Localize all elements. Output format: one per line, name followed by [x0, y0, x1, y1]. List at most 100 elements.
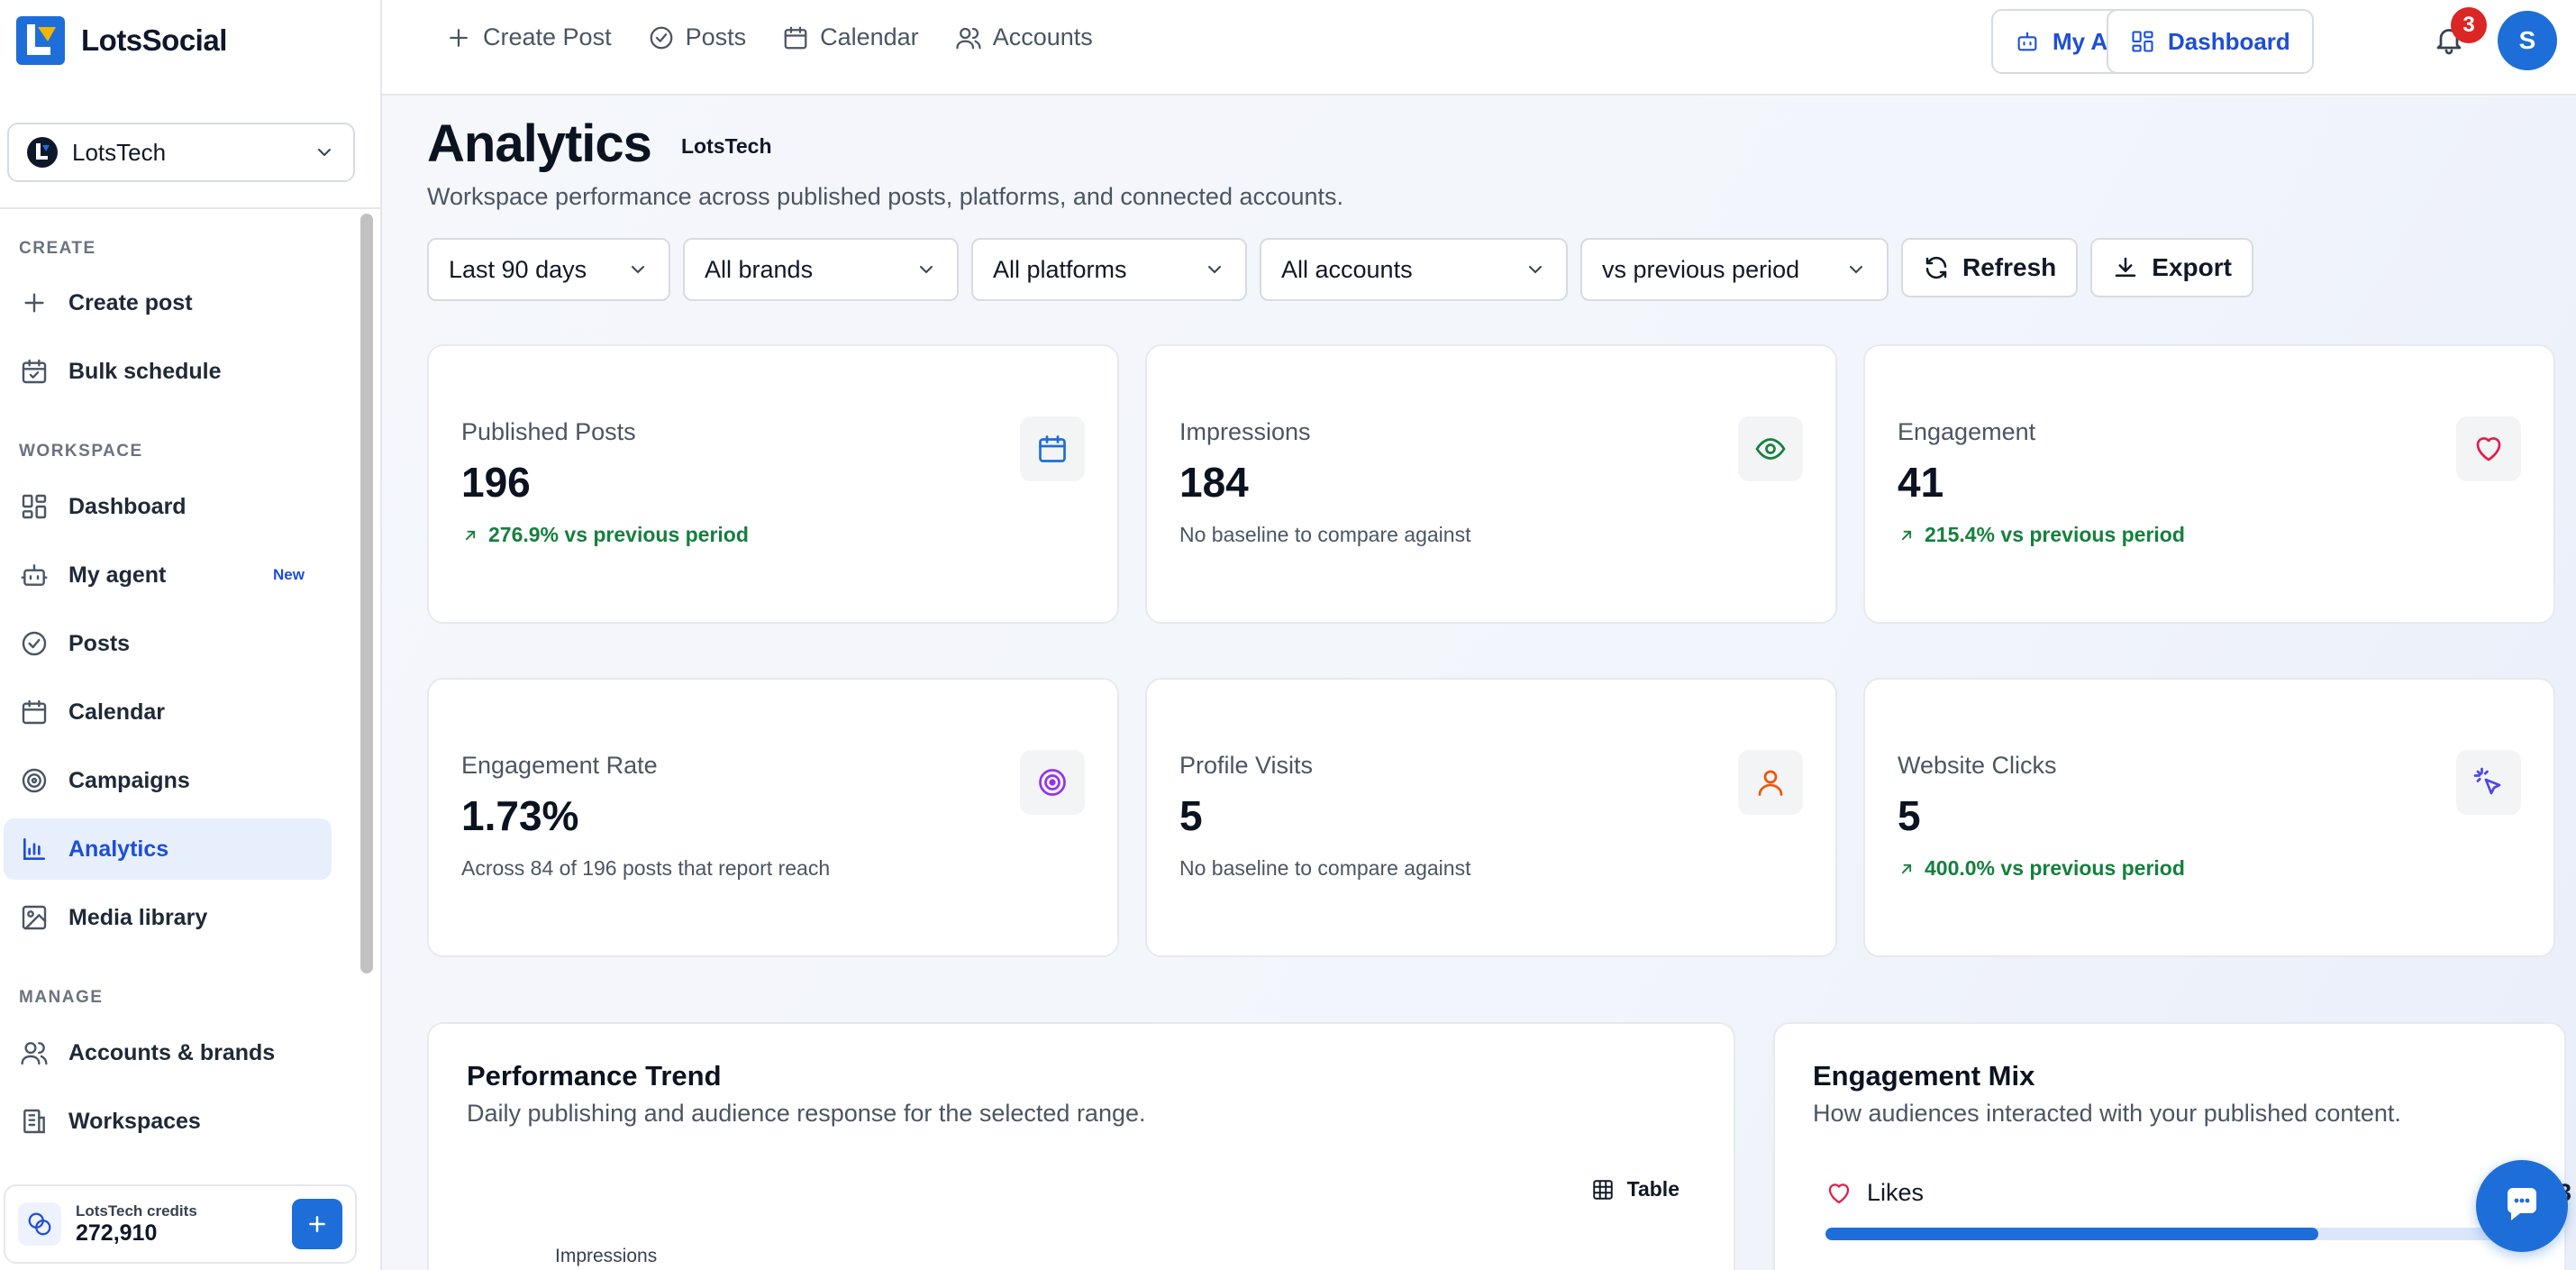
target-icon [1020, 750, 1085, 815]
metric-value: 5 [1179, 792, 1203, 839]
metric-label: Profile Visits [1179, 752, 1314, 779]
page-subtitle: Workspace performance across published p… [427, 183, 1344, 210]
chat-button[interactable] [2476, 1160, 2568, 1252]
eye-icon [1738, 416, 1803, 481]
chevron-down-icon [920, 266, 933, 274]
sidebar-item-label: My agent [68, 562, 167, 588]
performance-trend-panel: Performance Trend Daily publishing and a… [427, 1022, 1735, 1270]
metric-label: Impressions [1179, 418, 1311, 445]
new-badge: New [273, 566, 305, 583]
platforms-select[interactable]: All platforms [971, 238, 1247, 301]
section-title-workspace: WORKSPACE [19, 442, 143, 461]
sidebar-item-campaigns[interactable]: Campaigns [4, 750, 332, 811]
logo[interactable]: LotsSocial [16, 16, 227, 65]
top-nav: Create Post Posts Calendar Accounts [445, 23, 1093, 51]
sidebar-item-bulk-schedule[interactable]: Bulk schedule [4, 341, 332, 402]
mix-label: Likes [1867, 1179, 1925, 1206]
metric-value: 196 [461, 459, 531, 506]
brands-value: All brands [705, 255, 814, 283]
section-title-create: CREATE [19, 239, 96, 258]
filter-bar: Last 90 days All brands All platforms Al… [427, 238, 2253, 301]
panel-title: Engagement Mix [1813, 1060, 2035, 1092]
cursor-click-icon [2456, 750, 2521, 815]
sidebar-item-label: Analytics [68, 836, 169, 862]
table-label: Table [1626, 1177, 1679, 1201]
dashboard-icon [22, 494, 47, 519]
metric-change-text: 276.9% vs previous period [488, 523, 749, 546]
metric-change-text: No baseline to compare against [1179, 523, 1471, 546]
sidebar-item-dashboard[interactable]: Dashboard [4, 476, 332, 537]
metric-label: Website Clicks [1898, 752, 2057, 779]
top-nav-create-post[interactable]: Create Post [445, 23, 612, 51]
sidebar-scrollbar-thumb[interactable] [360, 214, 373, 973]
top-nav-accounts[interactable]: Accounts [955, 23, 1093, 51]
metric-change: 276.9% vs previous period [461, 523, 749, 547]
chat-icon [2508, 1188, 2536, 1220]
metric-card-profile-visits: Profile Visits 5 No baseline to compare … [1145, 678, 1837, 957]
sidebar-item-create-post[interactable]: Create post [4, 272, 332, 333]
user-avatar[interactable]: S [2498, 11, 2557, 70]
download-icon [2116, 257, 2136, 277]
credits-label: LotsTech credits [76, 1201, 197, 1220]
users-icon [21, 1042, 48, 1065]
workspace-select[interactable]: LotsTech [7, 123, 355, 182]
sidebar-item-label: Campaigns [68, 767, 190, 793]
app-name: LotsSocial [81, 23, 227, 57]
top-nav-posts[interactable]: Posts [648, 23, 746, 51]
compare-select[interactable]: vs previous period [1580, 238, 1889, 301]
dashboard-button[interactable]: Dashboard [2107, 9, 2314, 74]
workspace-avatar-icon [27, 137, 58, 168]
sidebar: LotsSocial LotsTech CREATE Create post B… [0, 0, 382, 1270]
top-nav-label: Calendar [820, 23, 919, 50]
chevron-down-icon [1529, 266, 1542, 274]
sidebar-nav: CREATE Create post Bulk schedule WORKSPA… [0, 209, 357, 1163]
users-icon [956, 27, 981, 49]
brands-select[interactable]: All brands [683, 238, 959, 301]
sidebar-item-analytics[interactable]: Analytics [4, 818, 332, 880]
arrow-up-right-icon [1901, 863, 1912, 873]
metric-card-website-clicks: Website Clicks 5 400.0% vs previous peri… [1863, 678, 2555, 957]
export-label: Export [2152, 253, 2232, 281]
sidebar-item-media-library[interactable]: Media library [4, 887, 332, 948]
page-title: Analytics [427, 114, 652, 173]
sidebar-item-accounts-brands[interactable]: Accounts & brands [4, 1022, 332, 1083]
bar-chart-icon [23, 838, 45, 860]
plus-icon [309, 1216, 325, 1232]
target-icon [22, 768, 47, 793]
accounts-select[interactable]: All accounts [1260, 238, 1568, 301]
plus-icon [450, 28, 468, 47]
top-nav-calendar[interactable]: Calendar [782, 23, 919, 51]
sidebar-item-workspaces[interactable]: Workspaces [4, 1091, 332, 1152]
metric-value: 1.73% [461, 792, 579, 839]
top-nav-label: Accounts [992, 23, 1093, 50]
metric-value: 184 [1179, 459, 1249, 506]
building-icon [23, 1109, 45, 1134]
metric-card-impressions: Impressions 184 No baseline to compare a… [1145, 344, 1837, 624]
credits-panel: LotsTech credits 272,910 [4, 1184, 357, 1264]
metric-change-text: No baseline to compare against [1179, 856, 1471, 880]
section-title-manage: MANAGE [19, 988, 104, 1007]
chevron-down-icon [1850, 266, 1862, 274]
arrow-up-right-icon [1901, 530, 1912, 540]
sidebar-item-calendar[interactable]: Calendar [4, 681, 332, 743]
metric-card-engagement: Engagement 41 215.4% vs previous period [1863, 344, 2555, 624]
mix-bar-fill [1825, 1228, 2319, 1240]
sidebar-item-posts[interactable]: Posts [4, 613, 332, 674]
sidebar-item-label: Accounts & brands [68, 1039, 276, 1065]
metric-card-engagement-rate: Engagement Rate 1.73% Across 84 of 196 p… [427, 678, 1119, 957]
sidebar-item-my-agent[interactable]: My agent New [4, 544, 332, 606]
add-credits-button[interactable] [292, 1199, 342, 1249]
date-range-select[interactable]: Last 90 days [427, 238, 670, 301]
table-view-button[interactable]: Table [1591, 1177, 1679, 1201]
workspace-chip: LotsTech [681, 133, 772, 158]
sidebar-item-label: Create post [68, 289, 193, 315]
table-icon [1592, 1179, 1613, 1200]
export-button[interactable]: Export [2090, 238, 2253, 297]
notification-badge: 3 [2451, 7, 2487, 43]
panel-subtitle: Daily publishing and audience response f… [467, 1100, 1146, 1127]
main-content: Analytics LotsTech Workspace performance… [382, 97, 2576, 1270]
metric-value: 5 [1898, 792, 1921, 839]
metric-label: Published Posts [461, 418, 636, 445]
refresh-button[interactable]: Refresh [1901, 238, 2079, 297]
heart-icon [1828, 1183, 1850, 1203]
